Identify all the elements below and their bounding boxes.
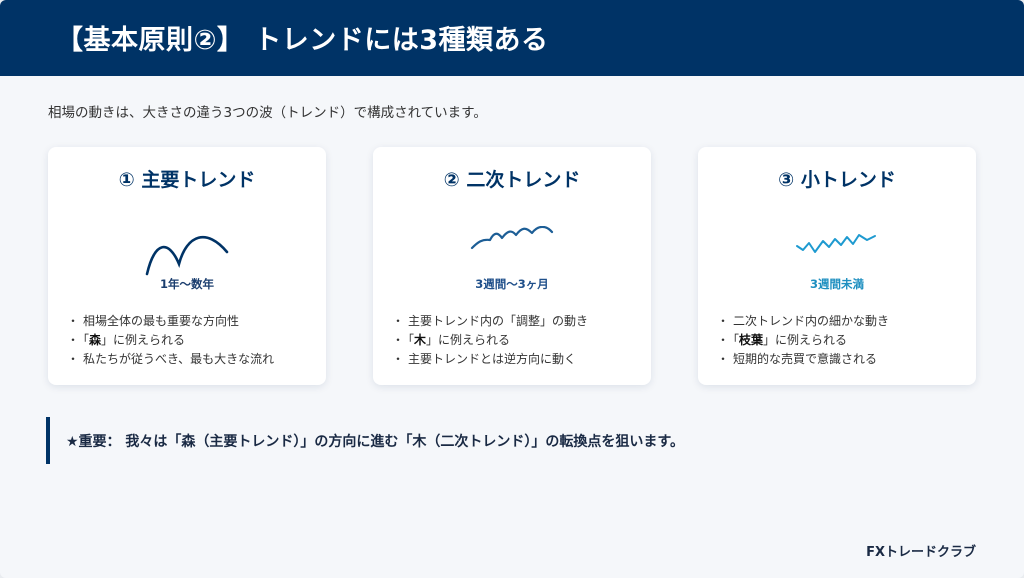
list-item: ・私たちが従うべき、最も大きな流れ xyxy=(67,352,275,366)
period-label: 1年〜数年 xyxy=(159,277,214,291)
intro-text: 相場の動きは、大きさの違う3つの波（トレンド）で構成されています。 xyxy=(48,105,487,121)
callout-text: ★重要： 我々は「森（主要トレンド）」の方向に進む「木（二次トレンド）」の転換点… xyxy=(66,434,685,450)
slide: 【基本原則②】 トレンドには3種類ある 相場の動きは、大きさの違う3つの波（トレ… xyxy=(0,0,1024,578)
page-title: 【基本原則②】 トレンドには3種類ある xyxy=(56,25,549,56)
list-item: ・短期的な売買で意識される xyxy=(717,352,878,366)
card-title: ① 主要トレンド xyxy=(118,169,256,191)
list-item: ・「木」に例えられる xyxy=(392,333,511,347)
period-label: 3週間〜3ヶ月 xyxy=(475,277,549,291)
list-item: ・二次トレンド内の細かな動き xyxy=(717,314,890,328)
card-minor-trend: ③ 小トレンド 3週間未満 ・二次トレンド内の細かな動き ・「枝葉」に例えられる… xyxy=(698,147,976,385)
list-item: ・「枝葉」に例えられる xyxy=(717,333,848,347)
footer-brand: FXトレードクラブ xyxy=(866,545,976,560)
important-callout: ★重要： 我々は「森（主要トレンド）」の方向に進む「木（二次トレンド）」の転換点… xyxy=(46,417,946,464)
card-bullets: ・主要トレンド内の「調整」の動き ・「木」に例えられる ・主要トレンドとは逆方向… xyxy=(392,312,588,369)
header-bar: 【基本原則②】 トレンドには3種類ある xyxy=(0,0,1024,76)
large-wave-icon xyxy=(145,235,229,276)
card-title: ③ 小トレンド xyxy=(778,169,896,191)
list-item: ・主要トレンドとは逆方向に動く xyxy=(392,352,577,366)
small-wave-icon xyxy=(796,234,876,253)
medium-wave-icon xyxy=(470,226,554,250)
card-primary-trend: ① 主要トレンド 1年〜数年 ・相場全体の最も重要な方向性 ・「森」に例えられる… xyxy=(48,147,326,385)
card-title: ② 二次トレンド xyxy=(443,169,581,191)
card-secondary-trend: ② 二次トレンド 3週間〜3ヶ月 ・主要トレンド内の「調整」の動き ・「木」に例… xyxy=(373,147,651,385)
list-item: ・主要トレンド内の「調整」の動き xyxy=(392,314,589,328)
period-label: 3週間未満 xyxy=(809,277,864,291)
card-bullets: ・二次トレンド内の細かな動き ・「枝葉」に例えられる ・短期的な売買で意識される xyxy=(717,312,889,369)
list-item: ・「森」に例えられる xyxy=(67,333,186,347)
list-item: ・相場全体の最も重要な方向性 xyxy=(67,314,240,328)
card-bullets: ・相場全体の最も重要な方向性 ・「森」に例えられる ・私たちが従うべき、最も大き… xyxy=(67,312,274,369)
